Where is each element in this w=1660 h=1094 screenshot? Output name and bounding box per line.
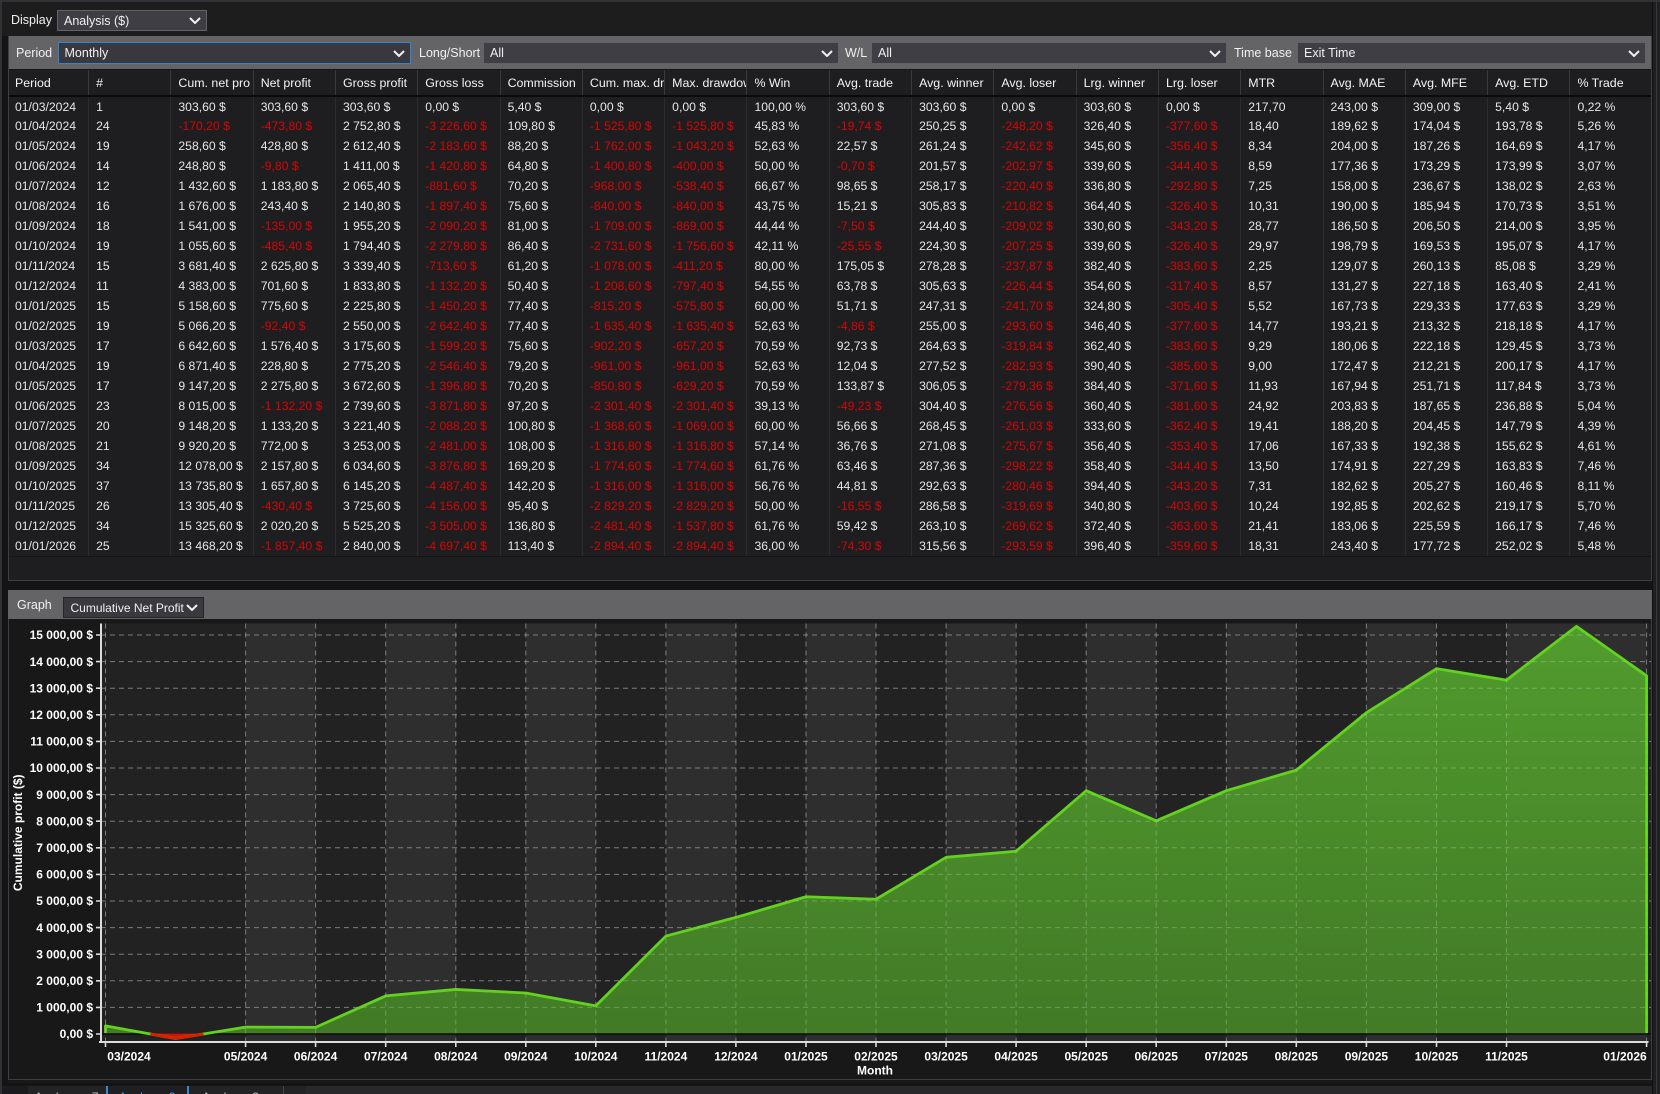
svg-text:11/2024: 11/2024	[645, 1050, 688, 1064]
svg-text:4 000,00 $: 4 000,00 $	[36, 921, 93, 935]
svg-text:6 000,00 $: 6 000,00 $	[36, 868, 93, 882]
svg-text:08/2024: 08/2024	[434, 1050, 478, 1064]
svg-text:14 000,00 $: 14 000,00 $	[30, 655, 94, 669]
svg-text:10/2025: 10/2025	[1415, 1050, 1459, 1064]
svg-text:2 000,00 $: 2 000,00 $	[36, 974, 93, 988]
svg-text:8 000,00 $: 8 000,00 $	[36, 814, 93, 828]
svg-text:11/2025: 11/2025	[1485, 1050, 1528, 1064]
svg-text:1 000,00 $: 1 000,00 $	[36, 1001, 93, 1015]
svg-text:05/2024: 05/2024	[224, 1050, 268, 1064]
svg-text:09/2025: 09/2025	[1345, 1050, 1389, 1064]
svg-text:12/2024: 12/2024	[714, 1050, 758, 1064]
svg-text:08/2025: 08/2025	[1275, 1050, 1319, 1064]
svg-text:13 000,00 $: 13 000,00 $	[30, 681, 94, 695]
svg-text:05/2025: 05/2025	[1065, 1050, 1109, 1064]
svg-text:11 000,00 $: 11 000,00 $	[30, 735, 93, 749]
svg-text:07/2024: 07/2024	[364, 1050, 408, 1064]
svg-text:07/2025: 07/2025	[1205, 1050, 1249, 1064]
svg-text:9 000,00 $: 9 000,00 $	[36, 788, 93, 802]
svg-text:04/2025: 04/2025	[994, 1050, 1038, 1064]
svg-text:7 000,00 $: 7 000,00 $	[36, 841, 93, 855]
svg-text:Cumulative profit ($): Cumulative profit ($)	[11, 774, 25, 891]
svg-text:09/2024: 09/2024	[504, 1050, 548, 1064]
svg-text:03/2024: 03/2024	[107, 1050, 151, 1064]
svg-text:02/2025: 02/2025	[854, 1050, 898, 1064]
svg-text:01/2026: 01/2026	[1603, 1050, 1647, 1064]
svg-text:06/2025: 06/2025	[1135, 1050, 1179, 1064]
svg-text:10 000,00 $: 10 000,00 $	[30, 761, 94, 775]
svg-text:15 000,00 $: 15 000,00 $	[30, 628, 94, 642]
svg-text:12 000,00 $: 12 000,00 $	[30, 708, 94, 722]
svg-text:10/2024: 10/2024	[574, 1050, 618, 1064]
svg-text:5 000,00 $: 5 000,00 $	[36, 894, 93, 908]
svg-text:01/2025: 01/2025	[784, 1050, 828, 1064]
svg-text:Month: Month	[857, 1064, 893, 1078]
svg-text:06/2024: 06/2024	[294, 1050, 338, 1064]
svg-text:0,00 $: 0,00 $	[60, 1027, 94, 1041]
svg-text:3 000,00 $: 3 000,00 $	[36, 947, 93, 961]
svg-text:03/2025: 03/2025	[924, 1050, 968, 1064]
